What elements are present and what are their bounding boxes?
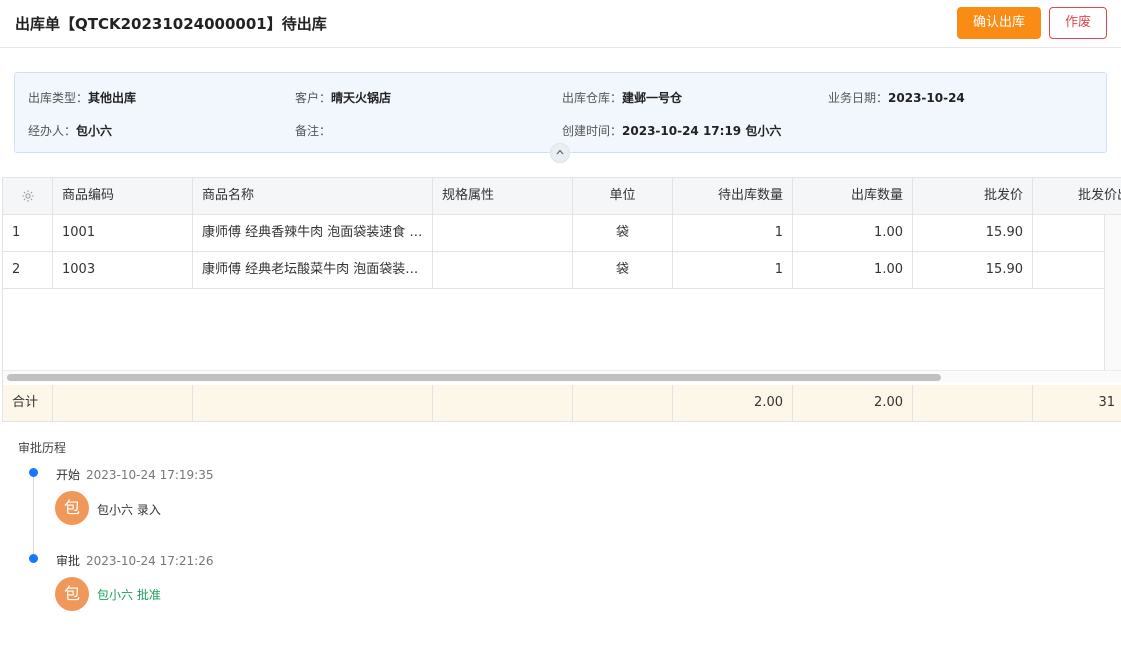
- business-date: 业务日期：2023-10-24: [828, 89, 965, 106]
- timeline-line: [33, 476, 34, 558]
- column-header-pending-qty[interactable]: 待出库数量: [673, 178, 793, 215]
- business-date-value: 2023-10-24: [888, 91, 965, 105]
- column-header-spec[interactable]: 规格属性: [433, 178, 573, 215]
- handler: 经办人：包小六: [28, 122, 112, 139]
- business-date-label: 业务日期：: [828, 91, 889, 105]
- customer-label: 客户：: [295, 91, 332, 105]
- handler-label: 经办人：: [28, 124, 77, 138]
- pending-qty: 1: [673, 252, 793, 289]
- total-pending-qty: 2.00: [673, 385, 793, 421]
- out-qty: 1.00: [793, 252, 913, 289]
- approval-history-title: 审批历程: [18, 441, 67, 455]
- created-time-label: 创建时间：: [562, 124, 623, 138]
- handler-value: 包小六: [76, 124, 113, 138]
- order-info-panel: 出库类型：其他出库 客户：晴天火锅店 出库仓库：建邺一号仓 业务日期：2023-…: [14, 72, 1107, 153]
- table-header-row: 商品编码 商品名称 规格属性 单位 待出库数量 出库数量 批发价 批发价出库: [3, 178, 1121, 215]
- product-name: 康师傅 经典老坛酸菜牛肉 泡面袋装速食 方便面: [193, 252, 433, 289]
- horizontal-scrollbar[interactable]: [3, 370, 1121, 382]
- wholesale-amount: [1033, 252, 1105, 289]
- remark: 备注：: [295, 122, 331, 139]
- wholesale-amount: [1033, 215, 1105, 252]
- table-row[interactable]: 1 1001 康师傅 经典香辣牛肉 泡面袋装速食 方便面 袋 1 1.00 15…: [3, 215, 1121, 252]
- product-code: 1001: [53, 215, 193, 252]
- warehouse-label: 出库仓库：: [562, 91, 623, 105]
- total-empty-cell: [53, 385, 193, 421]
- customer-value: 晴天火锅店: [331, 91, 392, 105]
- customer: 客户：晴天火锅店: [295, 89, 391, 106]
- row-index: 1: [3, 215, 53, 252]
- total-empty-cell: [193, 385, 433, 421]
- column-header-wholesale-price[interactable]: 批发价: [913, 178, 1033, 215]
- page-title: 出库单【QTCK20231024000001】待出库: [15, 15, 327, 33]
- gear-icon[interactable]: [21, 188, 35, 203]
- timeline-step-time: 2023-10-24 17:19:35: [86, 468, 214, 482]
- total-empty-cell: [913, 385, 1033, 421]
- timeline-action: 包小六 录入: [97, 503, 161, 517]
- column-header-wholesale-amount[interactable]: 批发价出库: [1033, 178, 1121, 215]
- row-index: 2: [3, 252, 53, 289]
- column-header-name[interactable]: 商品名称: [193, 178, 433, 215]
- void-button[interactable]: 作废: [1049, 7, 1107, 39]
- created-time: 创建时间：2023-10-24 17:19 包小六: [562, 122, 781, 139]
- total-label: 合计: [3, 385, 53, 421]
- column-header-code[interactable]: 商品编码: [53, 178, 193, 215]
- chevron-up-icon[interactable]: [550, 143, 570, 163]
- timeline-step-header: 审批 2023-10-24 17:21:26: [56, 552, 213, 569]
- total-wholesale-amount: 31: [1033, 385, 1121, 421]
- wholesale-price: 15.90: [913, 252, 1033, 289]
- outbound-type: 出库类型：其他出库: [28, 89, 136, 106]
- product-unit: 袋: [573, 252, 673, 289]
- pending-qty: 1: [673, 215, 793, 252]
- table-total-row: 合计 2.00 2.00 31: [3, 385, 1121, 421]
- out-qty: 1.00: [793, 215, 913, 252]
- timeline-dot: [29, 468, 38, 477]
- created-time-value: 2023-10-24 17:19 包小六: [622, 124, 782, 138]
- remark-label: 备注：: [295, 124, 332, 138]
- product-spec: [433, 252, 573, 289]
- timeline-step-header: 开始 2023-10-24 17:19:35: [56, 466, 213, 483]
- wholesale-price: 15.90: [913, 215, 1033, 252]
- product-name: 康师傅 经典香辣牛肉 泡面袋装速食 方便面: [193, 215, 433, 252]
- total-empty-cell: [573, 385, 673, 421]
- vertical-scrollbar[interactable]: [1105, 215, 1121, 370]
- total-out-qty: 2.00: [793, 385, 913, 421]
- table-row[interactable]: 2 1003 康师傅 经典老坛酸菜牛肉 泡面袋装速食 方便面 袋 1 1.00 …: [3, 252, 1121, 289]
- product-code: 1003: [53, 252, 193, 289]
- timeline-step-name: 开始: [56, 468, 81, 482]
- timeline-step-name: 审批: [56, 554, 81, 568]
- outbound-type-value: 其他出库: [88, 91, 137, 105]
- timeline-action-approved: 包小六 批准: [97, 588, 161, 602]
- total-empty-cell: [433, 385, 573, 421]
- table-empty-area: [3, 289, 1105, 370]
- page-header: 出库单【QTCK20231024000001】待出库 确认出库 作废: [0, 0, 1121, 48]
- column-header-unit[interactable]: 单位: [573, 178, 673, 215]
- warehouse: 出库仓库：建邺一号仓: [562, 89, 682, 106]
- avatar: 包: [55, 577, 89, 611]
- avatar: 包: [55, 491, 89, 525]
- column-settings[interactable]: [3, 178, 53, 215]
- timeline-step-time: 2023-10-24 17:21:26: [86, 554, 214, 568]
- product-spec: [433, 215, 573, 252]
- timeline-dot: [29, 554, 38, 563]
- product-table: 商品编码 商品名称 规格属性 单位 待出库数量 出库数量 批发价 批发价出库 1…: [2, 177, 1121, 422]
- column-header-out-qty[interactable]: 出库数量: [793, 178, 913, 215]
- warehouse-value: 建邺一号仓: [622, 91, 683, 105]
- confirm-outbound-button[interactable]: 确认出库: [957, 7, 1041, 39]
- horizontal-scrollbar-thumb[interactable]: [7, 374, 941, 381]
- outbound-type-label: 出库类型：: [28, 91, 89, 105]
- product-unit: 袋: [573, 215, 673, 252]
